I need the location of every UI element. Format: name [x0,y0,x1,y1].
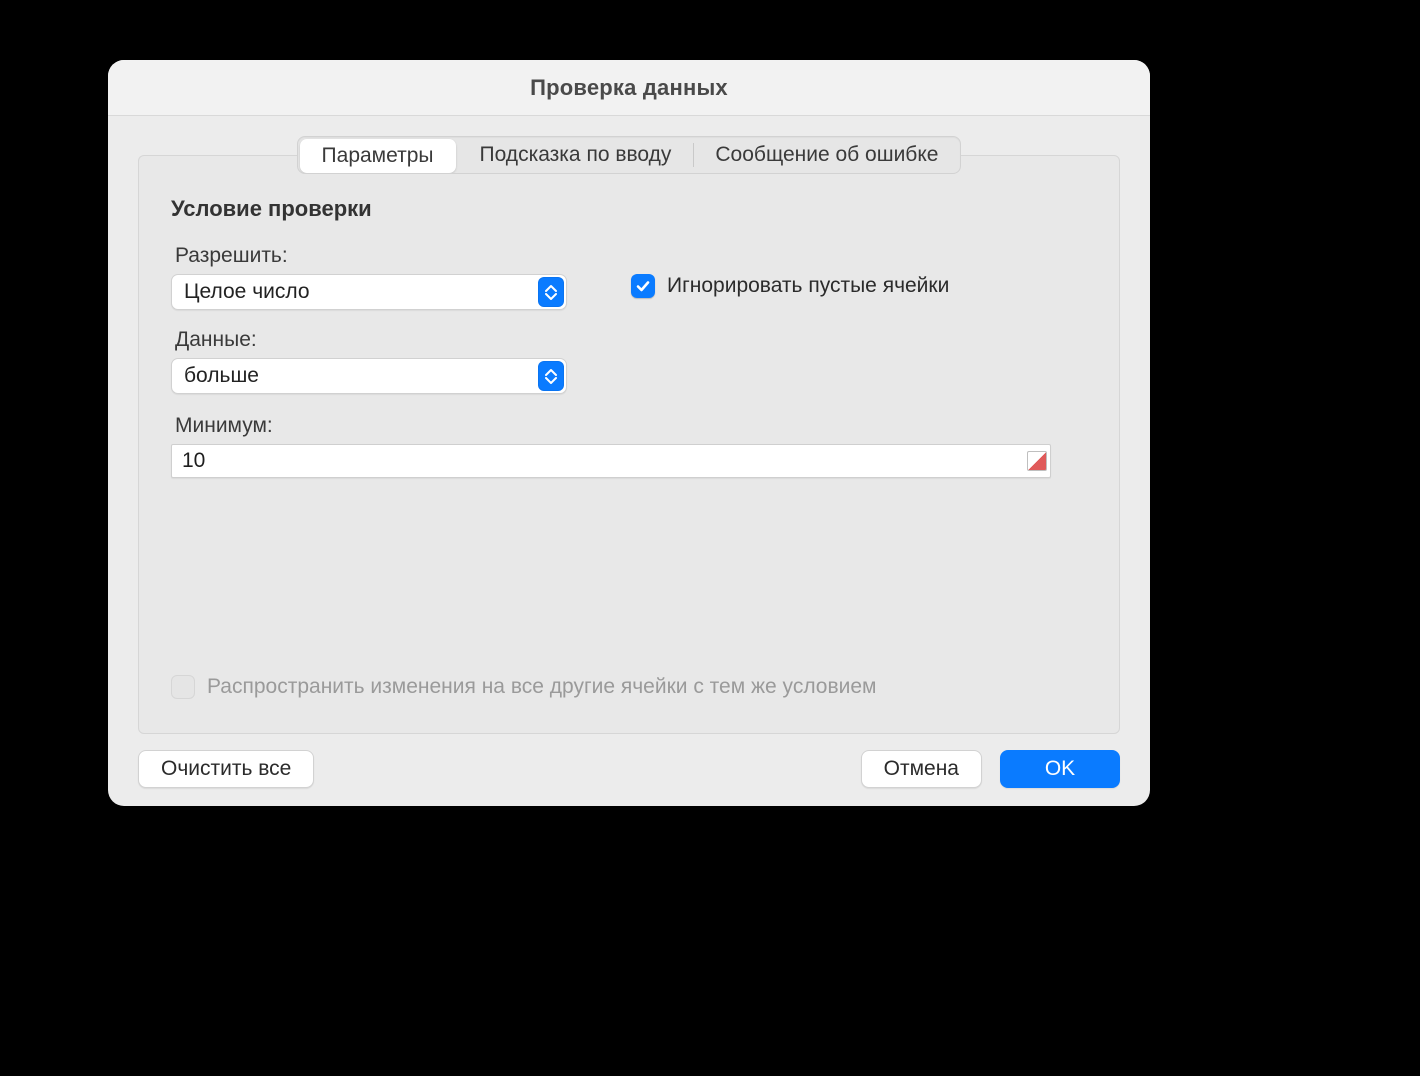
form-col-right: Игнорировать пустые ячейки [631,244,949,298]
form-row: Разрешить: Целое число Данные: больше [171,244,1087,412]
data-select[interactable]: больше [171,358,567,394]
minimum-row: Минимум: [171,414,1087,478]
data-label: Данные: [175,328,571,352]
up-down-icon [538,361,564,391]
titlebar: Проверка данных [108,60,1150,116]
tab-error-message[interactable]: Сообщение об ошибке [693,137,960,173]
clear-all-button[interactable]: Очистить все [138,750,314,788]
tab-input-hint[interactable]: Подсказка по вводу [458,137,694,173]
allow-select[interactable]: Целое число [171,274,567,310]
section-title: Условие проверки [171,196,1087,222]
ignore-blank-row: Игнорировать пустые ячейки [631,274,949,298]
cancel-button[interactable]: Отмена [861,750,982,788]
tab-error-message-label: Сообщение об ошибке [715,143,938,167]
spread-checkbox [171,675,195,699]
minimum-input-wrap [171,444,1051,478]
range-picker-icon[interactable] [1027,451,1047,471]
tabs-row: Параметры Подсказка по вводу Сообщение о… [138,136,1120,174]
ok-button[interactable]: OK [1000,750,1120,788]
segmented-tabs: Параметры Подсказка по вводу Сообщение о… [297,136,962,174]
minimum-label: Минимум: [175,414,1087,438]
tab-parameters[interactable]: Параметры [300,139,456,173]
ignore-blank-checkbox[interactable] [631,274,655,298]
ignore-blank-label: Игнорировать пустые ячейки [667,274,949,298]
spread-row: Распространить изменения на все другие я… [171,675,1087,709]
allow-label: Разрешить: [175,244,571,268]
tab-input-hint-label: Подсказка по вводу [480,143,672,167]
dialog-window: Проверка данных Параметры Подсказка по в… [108,60,1150,806]
data-select-value: больше [184,364,259,388]
form-col-left: Разрешить: Целое число Данные: больше [171,244,571,412]
footer: Очистить все Отмена OK [108,734,1150,806]
panel: Условие проверки Разрешить: Целое число … [138,155,1120,734]
minimum-input[interactable] [171,444,1051,478]
window-title: Проверка данных [530,75,728,101]
up-down-icon [538,277,564,307]
content-area: Параметры Подсказка по вводу Сообщение о… [108,116,1150,734]
tab-parameters-label: Параметры [322,144,434,168]
allow-select-value: Целое число [184,280,310,304]
spread-label: Распространить изменения на все другие я… [207,675,877,699]
